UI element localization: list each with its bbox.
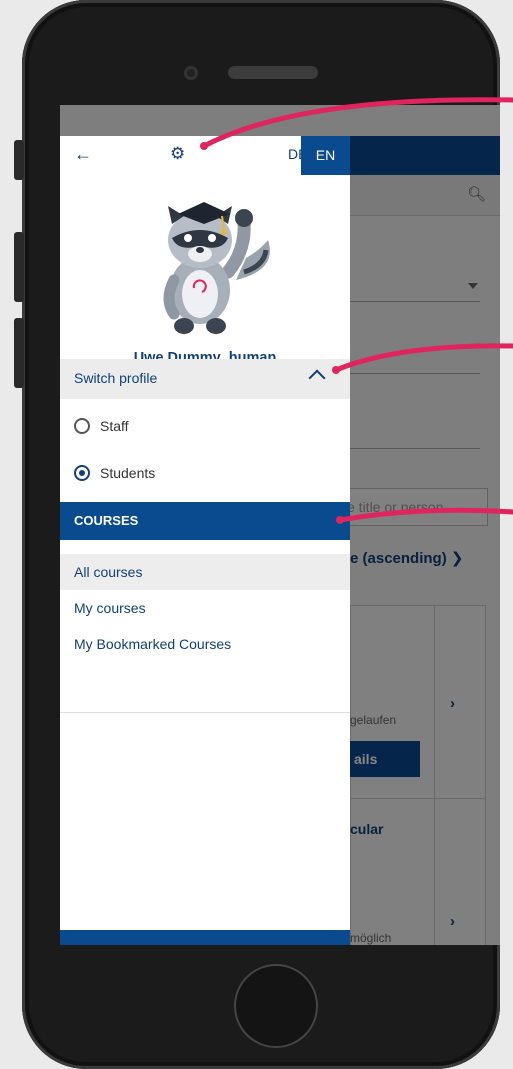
gear-icon[interactable]: ⚙︎	[170, 145, 188, 163]
language-en-button[interactable]: EN	[301, 136, 350, 175]
menu-item-all-courses[interactable]: All courses	[60, 554, 350, 590]
courses-section-header: COURSES	[60, 502, 350, 540]
earpiece-speaker	[228, 66, 318, 79]
menu-item-bookmarked-courses[interactable]: My Bookmarked Courses	[60, 626, 350, 662]
volume-down-button	[14, 318, 24, 388]
radio-students-label: Students	[100, 465, 156, 481]
mute-switch	[14, 140, 24, 180]
menu-separator	[60, 712, 350, 713]
radio-staff[interactable]	[74, 418, 90, 434]
drawer-header: ← ⚙︎ DE EN	[60, 136, 350, 175]
volume-up-button	[14, 232, 24, 302]
chevron-up-icon[interactable]	[308, 369, 326, 387]
home-button[interactable]	[234, 964, 318, 1048]
side-drawer: ← ⚙︎ DE EN Uwe Dummy_human Switch profil…	[60, 136, 350, 945]
raccoon-mascot-avatar	[163, 202, 270, 334]
back-arrow-icon[interactable]: ←	[74, 144, 94, 164]
front-camera	[184, 66, 198, 80]
phone-screen: 🔍︎ e title or person e (ascending) ❯ › g…	[60, 105, 500, 945]
menu-item-my-courses[interactable]: My courses	[60, 590, 350, 626]
switch-profile-label: Switch profile	[74, 370, 158, 386]
profile-option-staff[interactable]: Staff	[74, 415, 129, 437]
radio-staff-label: Staff	[100, 418, 129, 434]
profile-option-students[interactable]: Students	[74, 462, 155, 484]
radio-students[interactable]	[74, 465, 90, 481]
logout-button[interactable]: LOGOUT	[60, 930, 350, 945]
switch-profile-toggle[interactable]: Switch profile	[60, 359, 350, 399]
